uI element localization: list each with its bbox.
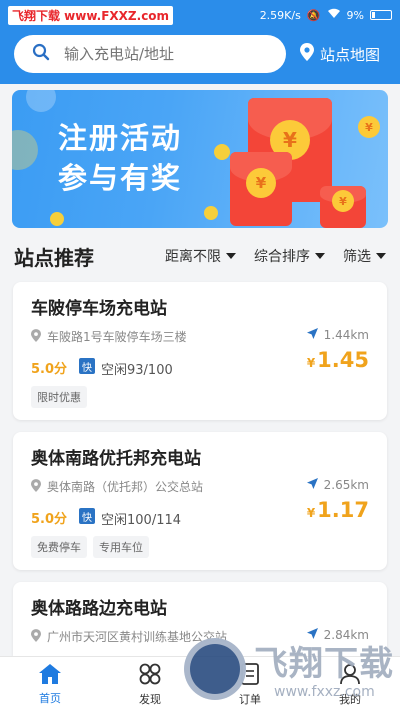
section-title: 站点推荐 (14, 245, 94, 270)
station-map-label: 站点地图 (320, 45, 381, 64)
station-score: 5.0分 (31, 362, 68, 377)
station-address-text: 车陂路1号车陂停车场三楼 (47, 330, 187, 344)
station-tag: 免费停车 (31, 536, 87, 558)
currency-symbol: ¥ (306, 506, 316, 520)
banner-decor-dot (50, 212, 64, 226)
sort-filter-label: 综合排序 (254, 249, 310, 265)
discover-icon (139, 663, 161, 688)
location-pin-icon (31, 628, 41, 645)
coin-icon: ¥ (246, 168, 276, 198)
screen-filter-label: 筛选 (343, 249, 371, 265)
watermark-top: 飞翔下载 www.FXXZ.com (8, 5, 174, 25)
banner-decor-dot (204, 206, 218, 220)
station-card[interactable]: 车陂停车场充电站 车陂路1号车陂停车场三楼 1.44km 5.0分 快 空闲93… (13, 282, 387, 420)
battery-icon (370, 10, 392, 20)
station-address: 奥体南路（优托邦）公交总站 (31, 478, 203, 495)
station-name: 奥体路路边充电站 (31, 599, 167, 619)
network-speed: 2.59K/s (259, 8, 301, 22)
caret-down-icon (226, 253, 236, 259)
price-value: 1.17 (317, 498, 369, 522)
banner-title-line1: 注册活动 (58, 121, 183, 155)
station-tag: 专用车位 (93, 536, 149, 558)
currency-symbol: ¥ (306, 356, 316, 370)
banner-title-line2: 参与有奖 (58, 161, 183, 195)
banner-decor-dot (214, 144, 230, 160)
watermark-title: 飞翔下载 (254, 644, 394, 684)
caret-down-icon (315, 253, 325, 259)
home-icon (39, 663, 61, 687)
station-name: 奥体南路优托邦充电站 (31, 449, 201, 469)
banner-decor-dot (26, 90, 56, 112)
tab-discover-label: 发现 (139, 692, 161, 706)
search-input[interactable] (64, 45, 254, 63)
station-score: 5.0分 (31, 512, 68, 527)
status-bar: 飞翔下载 www.FXXZ.com 2.59K/s 🔕 9% (0, 0, 400, 30)
station-map-button[interactable]: 站点地图 (300, 43, 380, 65)
price-value: 1.45 (317, 348, 369, 372)
station-price: ¥ 1.17 (307, 498, 369, 522)
distance-filter-label: 距离不限 (165, 249, 221, 265)
caret-down-icon (376, 253, 386, 259)
station-tags: 免费停车 专用车位 (31, 536, 149, 558)
location-pin-icon (31, 478, 41, 495)
station-card[interactable]: 奥体南路优托邦充电站 奥体南路（优托邦）公交总站 2.65km 5.0分 快 空… (13, 432, 387, 570)
coin-icon: ¥ (358, 116, 380, 138)
station-distance: 1.44km (306, 328, 369, 342)
top-header: 飞翔下载 www.FXXZ.com 2.59K/s 🔕 9% 站点地图 (0, 0, 400, 84)
search-row: 站点地图 (14, 34, 386, 74)
watermark-logo-icon (184, 638, 246, 700)
search-icon (32, 43, 50, 65)
banner-title: 注册活动 参与有奖 (58, 118, 182, 198)
station-distance-text: 2.65km (323, 478, 369, 492)
battery-percent: 9% (346, 8, 364, 22)
status-indicators: 2.59K/s 🔕 9% (260, 8, 392, 22)
idle-count: 空闲100/114 (101, 513, 182, 528)
distance-filter[interactable]: 距离不限 (165, 246, 236, 266)
banner-decor-dot (12, 130, 38, 170)
tab-home-label: 首页 (39, 691, 61, 705)
filter-bar: 距离不限 综合排序 筛选 (165, 246, 386, 266)
promo-banner[interactable]: 注册活动 参与有奖 ¥ ¥ ¥ ¥ (12, 90, 388, 228)
location-pin-icon (31, 328, 41, 345)
fast-charge-badge: 快 (79, 508, 95, 524)
watermark-bottom: 飞翔下载 www.fxxz.com (178, 630, 400, 712)
search-bar[interactable] (14, 35, 286, 73)
idle-count: 空闲93/100 (101, 363, 173, 378)
station-name: 车陂停车场充电站 (31, 299, 167, 319)
mute-icon: 🔕 (306, 8, 321, 22)
station-tags: 限时优惠 (31, 386, 87, 408)
station-address: 车陂路1号车陂停车场三楼 (31, 328, 187, 345)
station-address-text: 奥体南路（优托邦）公交总站 (47, 480, 204, 494)
wifi-icon (327, 8, 341, 22)
sort-filter[interactable]: 综合排序 (254, 246, 325, 266)
fast-charge-badge: 快 (79, 358, 95, 374)
coin-icon: ¥ (332, 190, 354, 212)
station-tag: 限时优惠 (31, 386, 87, 408)
station-distance: 2.65km (306, 478, 369, 492)
screen-filter[interactable]: 筛选 (343, 246, 386, 266)
watermark-url: www.fxxz.com (274, 684, 375, 700)
station-section-header: 站点推荐 距离不限 综合排序 筛选 (14, 240, 386, 272)
station-price: ¥ 1.45 (307, 348, 369, 372)
navigation-arrow-icon (306, 478, 318, 492)
tab-home[interactable]: 首页 (0, 657, 100, 712)
station-distance-text: 1.44km (323, 328, 369, 342)
location-pin-icon (300, 43, 314, 65)
navigation-arrow-icon (306, 328, 318, 342)
